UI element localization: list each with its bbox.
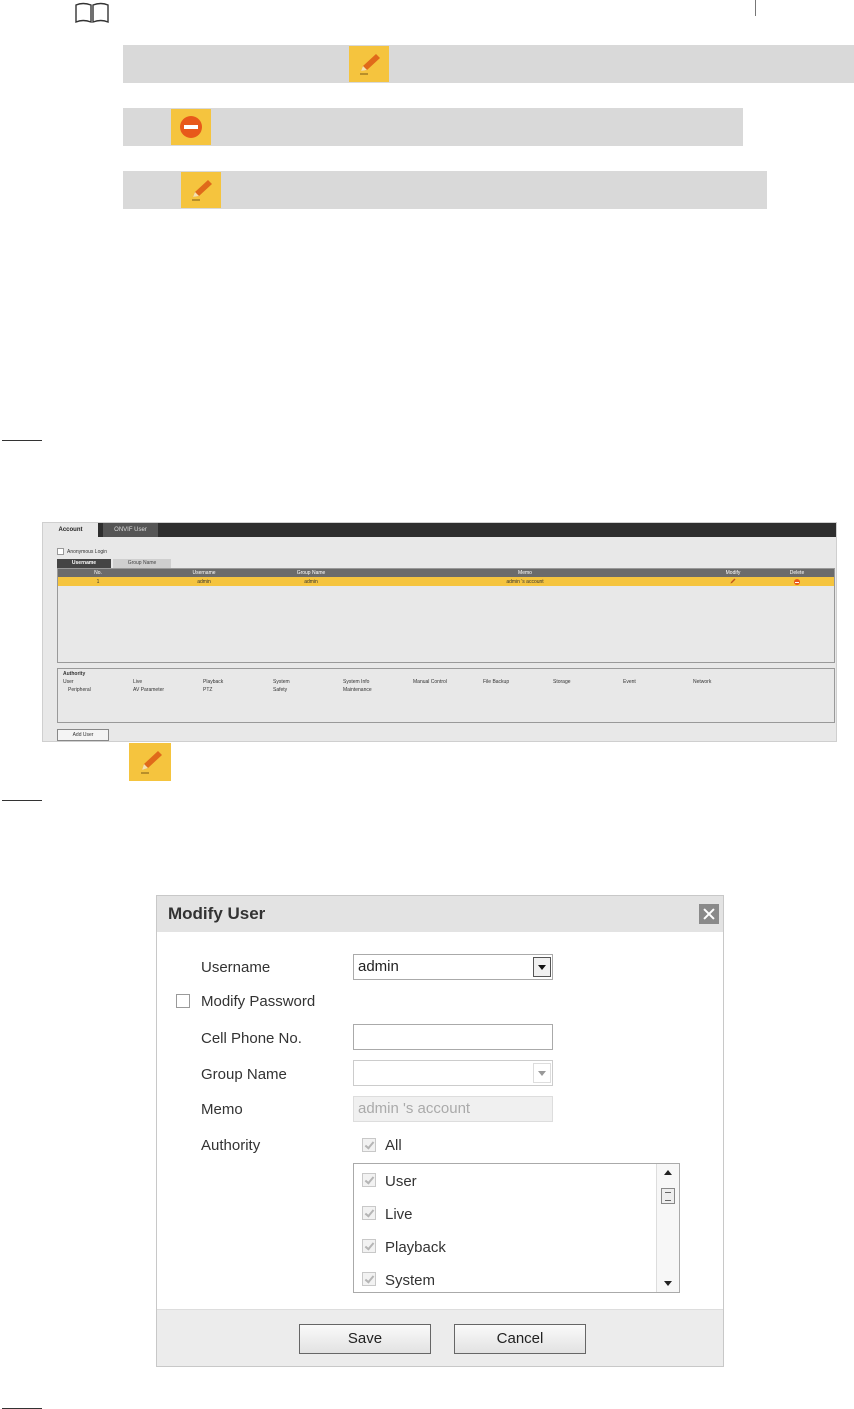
authority-item: Peripheral (68, 687, 91, 693)
group-name-select[interactable] (353, 1060, 553, 1086)
col-modify: Modify (725, 570, 741, 576)
authority-item: Manual Control (413, 679, 447, 685)
chevron-down-icon[interactable] (533, 957, 551, 977)
all-label: All (385, 1137, 402, 1154)
list-item[interactable]: System (362, 1272, 435, 1289)
list-scrollbar[interactable] (656, 1164, 679, 1292)
pencil-icon (181, 172, 221, 208)
memo-input: admin 's account (353, 1096, 553, 1122)
add-user-button[interactable]: Add User (57, 729, 109, 741)
authority-title: Authority (63, 671, 86, 677)
step-marker-1 (2, 440, 42, 441)
chevron-down-icon[interactable] (664, 1281, 672, 1286)
authority-item: Network (693, 679, 712, 685)
authority-item: Maintenance (343, 687, 372, 693)
col-no: No. (94, 570, 102, 576)
pencil-icon (129, 743, 171, 781)
note-bar-3 (123, 171, 767, 209)
authority-checkbox[interactable] (362, 1173, 376, 1188)
memo-label: Memo (201, 1101, 243, 1118)
cell-phone-input[interactable] (353, 1024, 553, 1050)
book-icon (75, 2, 109, 24)
username-label: Username (201, 959, 271, 976)
col-delete: Delete (789, 570, 805, 576)
authority-label: Authority (201, 1137, 261, 1154)
cell-no: 1 (96, 579, 100, 585)
username-select[interactable]: admin (353, 954, 553, 980)
authority-checkbox[interactable] (362, 1206, 376, 1221)
subtab-username[interactable]: Username (57, 559, 111, 568)
authority-item: Safety (273, 687, 288, 693)
authority-item: File Backup (483, 679, 510, 685)
pencil-icon[interactable] (730, 578, 736, 584)
anonymous-login-checkbox[interactable] (57, 548, 64, 555)
close-icon[interactable] (699, 904, 719, 924)
cell-phone-label: Cell Phone No. (201, 1030, 302, 1047)
pencil-icon (349, 46, 389, 82)
note-bar-2 (123, 108, 743, 146)
col-username: Username (192, 570, 216, 576)
authority-item: Storage (553, 679, 571, 685)
list-item[interactable]: Live (362, 1206, 413, 1223)
account-panel: Account ONVIF User Anonymous Login Usern… (42, 522, 837, 742)
dialog-header: Modify User (157, 896, 723, 932)
list-item[interactable]: User (362, 1173, 417, 1190)
chevron-down-icon[interactable] (533, 1063, 551, 1083)
authority-item: Event (623, 679, 636, 685)
group-name-label: Group Name (201, 1066, 287, 1083)
minus-circle-icon (171, 109, 211, 145)
authority-item: PTZ (203, 687, 213, 693)
modify-password-label: Modify Password (201, 993, 316, 1010)
authority-box: Authority User Live Playback System Syst… (57, 668, 835, 723)
scroll-thumb[interactable] (661, 1188, 675, 1204)
user-table: No. Username Group Name Memo Modify Dele… (57, 568, 835, 663)
table-header: No. Username Group Name Memo Modify Dele… (58, 569, 834, 577)
save-button[interactable]: Save (299, 1324, 431, 1354)
authority-item: User (63, 679, 74, 685)
modify-password-checkbox[interactable] (176, 994, 190, 1008)
col-group-name: Group Name (296, 570, 326, 576)
cell-memo: admin 's account (506, 579, 544, 585)
subtab-group-name[interactable]: Group Name (113, 559, 171, 568)
authority-item: System Info (343, 679, 370, 685)
minus-circle-icon[interactable] (794, 579, 800, 585)
col-memo: Memo (518, 570, 532, 576)
modify-user-dialog: Modify User Username admin Modify Passwo… (156, 895, 724, 1367)
authority-item: Playback (203, 679, 224, 685)
note-bar-1 (123, 45, 854, 83)
cell-username: admin (197, 579, 211, 585)
authority-item: AV Parameter (133, 687, 165, 693)
authority-item: System (273, 679, 290, 685)
authority-checkbox[interactable] (362, 1239, 376, 1254)
anonymous-login[interactable]: Anonymous Login (57, 548, 107, 555)
all-checkbox[interactable] (362, 1138, 376, 1152)
cancel-button[interactable]: Cancel (454, 1324, 586, 1354)
tab-onvif-user[interactable]: ONVIF User (103, 523, 158, 537)
dialog-footer: Save Cancel (157, 1309, 723, 1366)
step-marker-2 (2, 800, 42, 801)
cell-group: admin (304, 579, 318, 585)
dialog-title: Modify User (168, 904, 266, 923)
chevron-up-icon[interactable] (664, 1170, 672, 1175)
table-row[interactable]: 1 admin admin admin 's account (58, 577, 834, 586)
page-edge-line (755, 0, 756, 16)
tab-account[interactable]: Account (43, 523, 98, 537)
account-tab-bar (43, 523, 836, 537)
list-item[interactable]: Playback (362, 1239, 446, 1256)
authority-item: Live (133, 679, 143, 685)
authority-list: User Live Playback System (353, 1163, 680, 1293)
authority-checkbox[interactable] (362, 1272, 376, 1287)
